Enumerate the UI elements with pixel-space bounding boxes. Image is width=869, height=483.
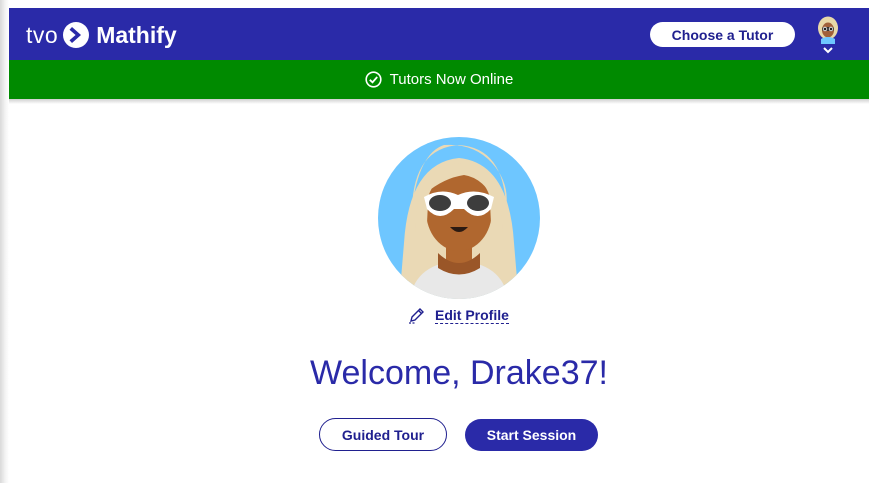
choose-tutor-button[interactable]: Choose a Tutor xyxy=(650,22,795,47)
brand-logo[interactable]: tvo Mathify xyxy=(26,20,177,50)
top-navigation-bar: tvo Mathify Choose a Tutor xyxy=(9,8,869,60)
chevron-mark-icon xyxy=(63,22,90,48)
start-session-button[interactable]: Start Session xyxy=(465,419,598,451)
status-text: Tutors Now Online xyxy=(389,71,514,88)
brand-name: Mathify xyxy=(96,21,177,48)
check-circle-icon xyxy=(365,71,382,88)
user-avatar-icon xyxy=(818,16,838,44)
pencil-icon xyxy=(409,308,424,324)
edit-profile-label: Edit Profile xyxy=(435,306,509,324)
app-window: tvo Mathify Choose a Tutor Tutors Now On… xyxy=(9,8,869,483)
tutor-status-banner: Tutors Now Online xyxy=(9,60,869,99)
banner-shadow xyxy=(9,99,869,104)
chevron-down-icon xyxy=(823,47,833,54)
brand-prefix: tvo xyxy=(26,21,59,48)
guided-tour-button[interactable]: Guided Tour xyxy=(319,418,447,451)
edit-profile-link[interactable]: Edit Profile xyxy=(408,305,509,325)
window-edge-shadow xyxy=(0,0,9,483)
welcome-section: Welcome, Drake37! xyxy=(259,354,659,393)
user-menu[interactable] xyxy=(817,16,839,56)
profile-avatar xyxy=(378,137,540,299)
welcome-heading: Welcome, Drake37! xyxy=(310,354,608,392)
